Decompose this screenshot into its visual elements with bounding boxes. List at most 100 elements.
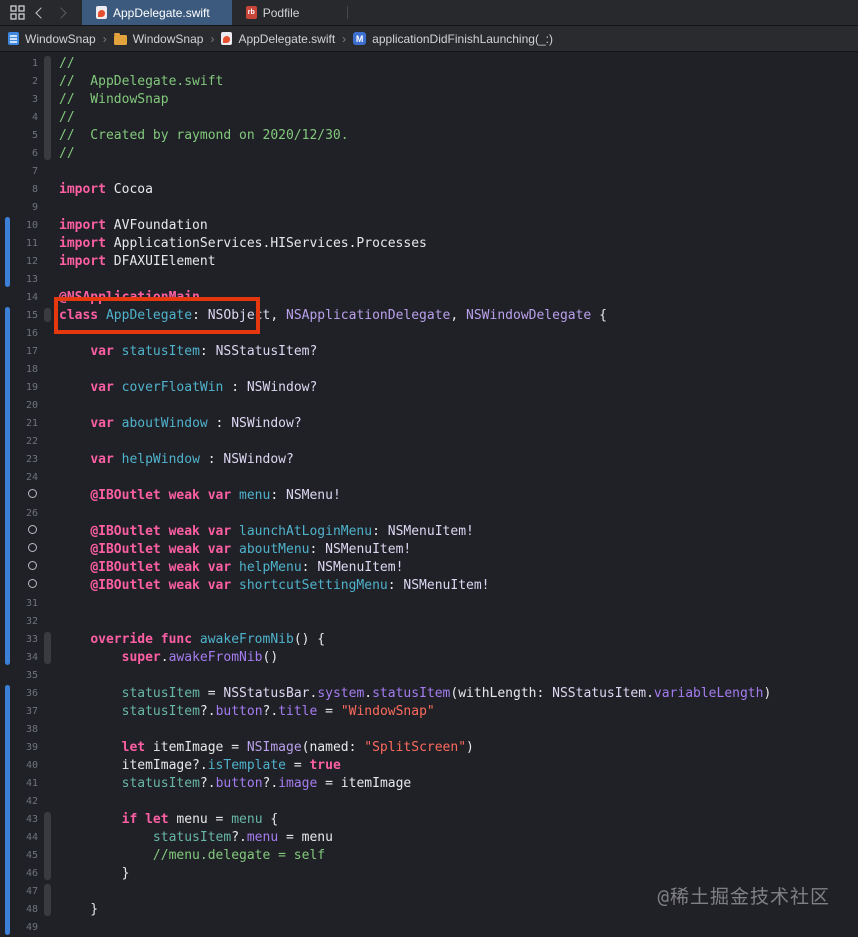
outlet-circle-icon[interactable]	[28, 543, 37, 552]
outlet-circle-icon[interactable]	[28, 489, 37, 498]
line-number[interactable]: 19	[0, 382, 40, 393]
code-line-46[interactable]: 46 }	[0, 864, 858, 882]
line-number[interactable]: 49	[0, 922, 40, 933]
code-line-35[interactable]: 35	[0, 666, 858, 684]
code-text[interactable]: //	[40, 56, 858, 71]
line-number[interactable]: 24	[0, 472, 40, 483]
code-text[interactable]: //	[40, 146, 858, 161]
outlet-connector[interactable]	[0, 489, 40, 501]
code-text[interactable]: }	[40, 866, 858, 881]
outlet-connector[interactable]	[0, 543, 40, 555]
outlet-connector[interactable]	[0, 525, 40, 537]
code-line-25[interactable]: @IBOutlet weak var menu: NSMenu!	[0, 486, 858, 504]
line-number[interactable]: 43	[0, 814, 40, 825]
forward-button[interactable]	[55, 6, 67, 19]
code-line-9[interactable]: 9	[0, 198, 858, 216]
code-text[interactable]: // WindowSnap	[40, 92, 858, 107]
code-line-39[interactable]: 39 let itemImage = NSImage(named: "Split…	[0, 738, 858, 756]
code-text[interactable]: statusItem?.button?.image = itemImage	[40, 776, 858, 791]
code-line-44[interactable]: 44 statusItem?.menu = menu	[0, 828, 858, 846]
code-text[interactable]: var coverFloatWin : NSWindow?	[40, 380, 858, 395]
code-text[interactable]: override func awakeFromNib() {	[40, 632, 858, 647]
code-line-45[interactable]: 45 //menu.delegate = self	[0, 846, 858, 864]
outlet-connector[interactable]	[0, 579, 40, 591]
code-line-3[interactable]: 3// WindowSnap	[0, 90, 858, 108]
line-number[interactable]: 10	[0, 220, 40, 231]
outlet-circle-icon[interactable]	[28, 525, 37, 534]
code-line-38[interactable]: 38	[0, 720, 858, 738]
code-line-10[interactable]: 10 import AVFoundation	[0, 216, 858, 234]
code-line-1[interactable]: 1//	[0, 54, 858, 72]
line-number[interactable]: 11	[0, 238, 40, 249]
line-number[interactable]: 5	[0, 130, 40, 141]
code-text[interactable]: statusItem = NSStatusBar.system.statusIt…	[40, 686, 858, 701]
code-line-33[interactable]: 33 override func awakeFromNib() {	[0, 630, 858, 648]
line-number[interactable]: 40	[0, 760, 40, 771]
line-number[interactable]: 2	[0, 76, 40, 87]
code-text[interactable]: // Created by raymond on 2020/12/30.	[40, 128, 858, 143]
code-text[interactable]: import ApplicationServices.HIServices.Pr…	[40, 236, 858, 251]
outlet-circle-icon[interactable]	[28, 579, 37, 588]
code-text[interactable]: @IBOutlet weak var shortcutSettingMenu: …	[40, 578, 858, 593]
code-line-18[interactable]: 18	[0, 360, 858, 378]
line-number[interactable]: 37	[0, 706, 40, 717]
line-number[interactable]: 26	[0, 508, 40, 519]
line-number[interactable]: 47	[0, 886, 40, 897]
code-line-20[interactable]: 20	[0, 396, 858, 414]
code-line-43[interactable]: 43 if let menu = menu {	[0, 810, 858, 828]
line-number[interactable]: 7	[0, 166, 40, 177]
editor-layout-grid-icon[interactable]	[10, 5, 25, 20]
code-line-13[interactable]: 13	[0, 270, 858, 288]
code-text[interactable]: @IBOutlet weak var helpMenu: NSMenuItem!	[40, 560, 858, 575]
code-line-23[interactable]: 23 var helpWindow : NSWindow?	[0, 450, 858, 468]
line-number[interactable]: 36	[0, 688, 40, 699]
code-line-28[interactable]: @IBOutlet weak var aboutMenu: NSMenuItem…	[0, 540, 858, 558]
code-line-19[interactable]: 19 var coverFloatWin : NSWindow?	[0, 378, 858, 396]
line-number[interactable]: 8	[0, 184, 40, 195]
tab-appdelegate-swift[interactable]: AppDelegate.swift	[82, 0, 232, 25]
line-number[interactable]: 9	[0, 202, 40, 213]
outlet-connector[interactable]	[0, 561, 40, 573]
line-number[interactable]: 3	[0, 94, 40, 105]
code-text[interactable]: statusItem?.button?.title = "WindowSnap"	[40, 704, 858, 719]
code-line-7[interactable]: 7	[0, 162, 858, 180]
line-number[interactable]: 14	[0, 292, 40, 303]
code-line-21[interactable]: 21 var aboutWindow : NSWindow?	[0, 414, 858, 432]
code-text[interactable]: @IBOutlet weak var aboutMenu: NSMenuItem…	[40, 542, 858, 557]
code-text[interactable]: statusItem?.menu = menu	[40, 830, 858, 845]
code-line-11[interactable]: 11 import ApplicationServices.HIServices.…	[0, 234, 858, 252]
code-line-30[interactable]: @IBOutlet weak var shortcutSettingMenu: …	[0, 576, 858, 594]
code-line-22[interactable]: 22	[0, 432, 858, 450]
line-number[interactable]: 31	[0, 598, 40, 609]
code-text[interactable]: let itemImage = NSImage(named: "SplitScr…	[40, 740, 858, 755]
line-number[interactable]: 6	[0, 148, 40, 159]
line-number[interactable]: 22	[0, 436, 40, 447]
code-line-37[interactable]: 37 statusItem?.button?.title = "WindowSn…	[0, 702, 858, 720]
code-line-26[interactable]: 26	[0, 504, 858, 522]
line-number[interactable]: 20	[0, 400, 40, 411]
code-text[interactable]: @NSApplicationMain	[40, 290, 858, 305]
line-number[interactable]: 39	[0, 742, 40, 753]
code-text[interactable]: itemImage?.isTemplate = true	[40, 758, 858, 773]
line-number[interactable]: 13	[0, 274, 40, 285]
code-line-24[interactable]: 24	[0, 468, 858, 486]
code-line-29[interactable]: @IBOutlet weak var helpMenu: NSMenuItem!	[0, 558, 858, 576]
line-number[interactable]: 1	[0, 58, 40, 69]
code-text[interactable]: var helpWindow : NSWindow?	[40, 452, 858, 467]
line-number[interactable]: 33	[0, 634, 40, 645]
code-line-15[interactable]: 15 class AppDelegate: NSObject, NSApplica…	[0, 306, 858, 324]
code-text[interactable]: //menu.delegate = self	[40, 848, 858, 863]
line-number[interactable]: 45	[0, 850, 40, 861]
code-line-5[interactable]: 5// Created by raymond on 2020/12/30.	[0, 126, 858, 144]
line-number[interactable]: 4	[0, 112, 40, 123]
line-number[interactable]: 21	[0, 418, 40, 429]
code-line-32[interactable]: 32	[0, 612, 858, 630]
tab-podfile[interactable]: Podfile	[232, 0, 322, 25]
code-line-8[interactable]: 8 import Cocoa	[0, 180, 858, 198]
code-text[interactable]: if let menu = menu {	[40, 812, 858, 827]
code-line-34[interactable]: 34 super.awakeFromNib()	[0, 648, 858, 666]
code-line-40[interactable]: 40 itemImage?.isTemplate = true	[0, 756, 858, 774]
code-line-41[interactable]: 41 statusItem?.button?.image = itemImage	[0, 774, 858, 792]
code-text[interactable]: super.awakeFromNib()	[40, 650, 858, 665]
code-line-36[interactable]: 36 statusItem = NSStatusBar.system.statu…	[0, 684, 858, 702]
